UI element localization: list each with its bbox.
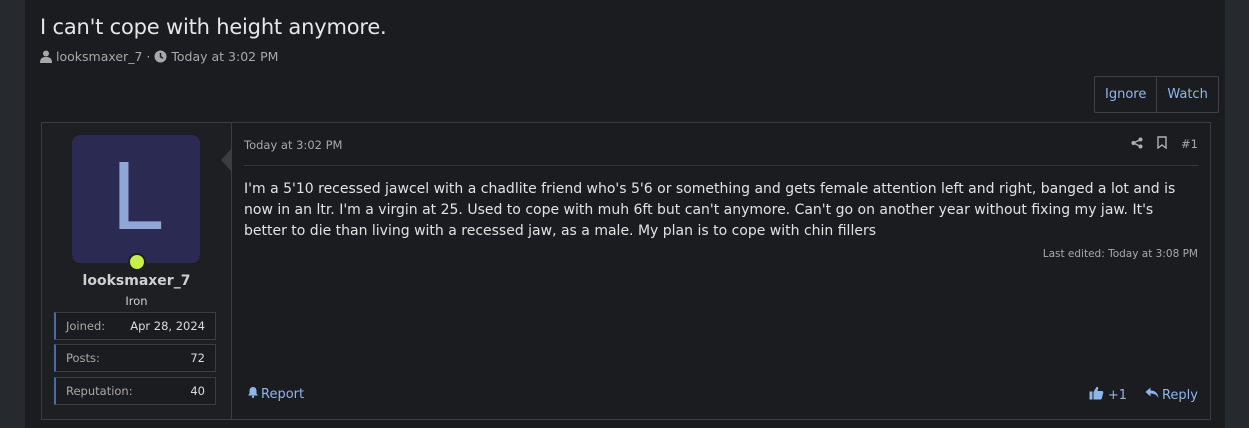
reply-button[interactable]: Reply (1145, 387, 1198, 403)
main-content: I can't cope with height anymore. looksm… (25, 0, 1225, 428)
post: L looksmaxer_7 Iron Joined: Apr 28, 2024… (41, 122, 1211, 420)
post-header-divider (244, 165, 1198, 166)
stat-posts: Posts: 72 (54, 344, 216, 372)
thread-date[interactable]: Today at 3:02 PM (171, 49, 278, 64)
reaction-count[interactable]: +1 (1108, 388, 1127, 403)
report-label: Report (261, 386, 305, 402)
thread-button-group: Ignore Watch (1094, 76, 1219, 113)
ignore-button[interactable]: Ignore (1095, 77, 1156, 112)
report-link[interactable]: Report (247, 386, 304, 402)
post-date[interactable]: Today at 3:02 PM (244, 138, 342, 152)
post-footer-actions: +1 Reply (1089, 386, 1198, 404)
watch-button[interactable]: Watch (1156, 77, 1217, 112)
thread-meta: looksmaxer_7 · Today at 3:02 PM (40, 49, 278, 64)
online-status-indicator (128, 253, 146, 271)
post-actions: #1 (1131, 136, 1198, 152)
post-content: Today at 3:02 PM #1 I'm a 5'10 recessed … (232, 123, 1210, 419)
reply-label: Reply (1161, 387, 1198, 403)
user-icon (40, 50, 52, 63)
thread-author-link[interactable]: looksmaxer_7 (56, 49, 142, 64)
thread-title: I can't cope with height anymore. (40, 15, 387, 39)
meta-separator: · (146, 49, 151, 64)
stat-value: 40 (190, 384, 205, 398)
reply-arrow-icon (1145, 387, 1159, 403)
last-edited: Last edited: Today at 3:08 PM (1042, 248, 1198, 260)
avatar-letter: L (110, 144, 162, 251)
stat-value: 72 (190, 351, 205, 365)
stat-label: Joined: (66, 319, 106, 333)
like-button[interactable]: +1 (1089, 386, 1127, 404)
clock-icon (154, 50, 167, 63)
post-user-column: L looksmaxer_7 Iron Joined: Apr 28, 2024… (42, 123, 232, 419)
stat-reputation: Reputation: 40 (54, 377, 216, 405)
post-username[interactable]: looksmaxer_7 (42, 273, 231, 289)
thumbs-up-icon (1089, 386, 1104, 404)
stat-label: Reputation: (66, 384, 133, 398)
stat-joined: Joined: Apr 28, 2024 (54, 312, 216, 340)
user-title: Iron (125, 294, 148, 308)
post-body: I'm a 5'10 recessed jawcel with a chadli… (244, 181, 1176, 239)
post-number[interactable]: #1 (1181, 137, 1198, 151)
bookmark-icon[interactable] (1157, 136, 1167, 152)
bell-icon (247, 386, 259, 402)
post-arrow (221, 149, 231, 171)
avatar[interactable]: L (72, 135, 200, 263)
share-icon[interactable] (1131, 137, 1143, 152)
stat-value: Apr 28, 2024 (130, 319, 205, 333)
stat-label: Posts: (66, 351, 100, 365)
